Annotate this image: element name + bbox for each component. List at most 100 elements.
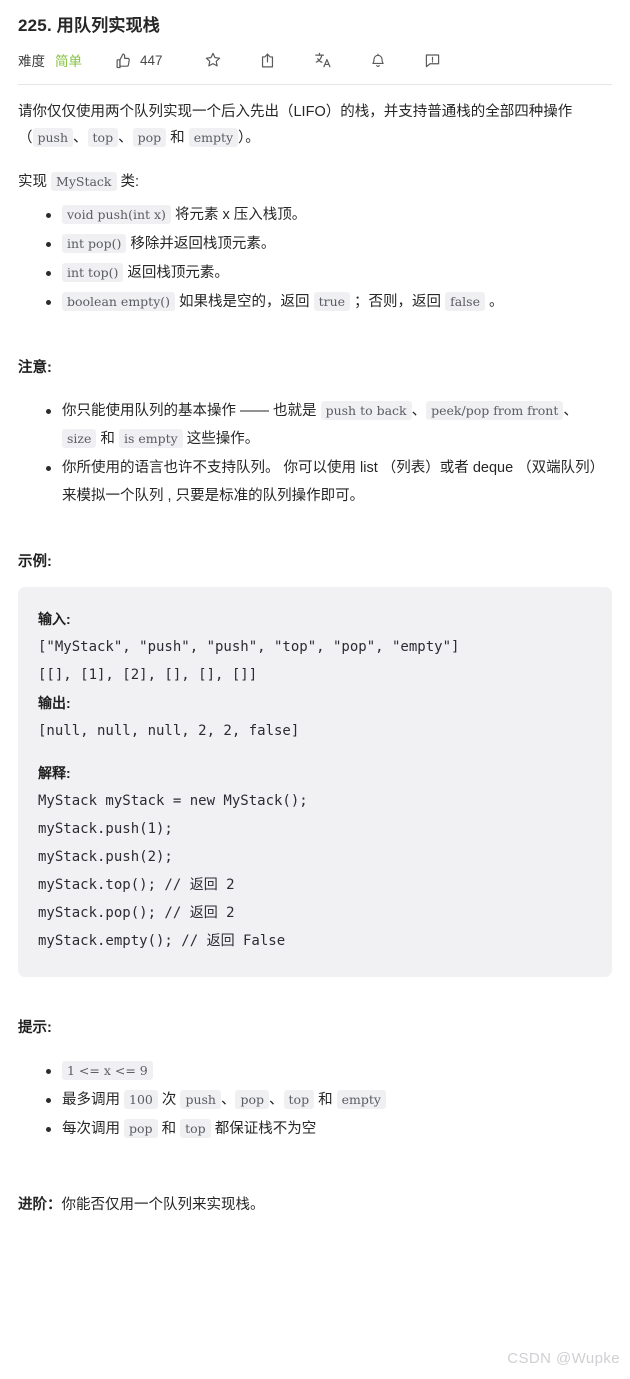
code-x-range: 1 <= x <= 9 [62, 1061, 153, 1080]
description-paragraph-1: 请你仅仅使用两个队列实现一个后入先出（LIFO）的栈，并支持普通栈的全部四种操作… [18, 99, 612, 151]
example-explain-line: myStack.pop(); // 返回 2 [38, 905, 235, 921]
example-explain-line: myStack.empty(); // 返回 False [38, 933, 286, 949]
note-text-end: 这些操作。 [182, 431, 260, 447]
list-item: boolean empty() 如果栈是空的，返回 true ；否则，返回 fa… [46, 288, 612, 316]
hint-sep-2: 、 [220, 1092, 236, 1108]
followup-text: 你能否仅用一个队列来实现栈。 [61, 1196, 265, 1213]
hints-list: 1 <= x <= 9 最多调用 100 次 push、 pop、 top 和 em… [18, 1057, 612, 1143]
method-desc-2: ；否则，返回 [350, 294, 446, 310]
example-heading: 示例: [18, 554, 52, 570]
hint-sep-1: 次 [157, 1092, 181, 1108]
note-text-1: 你只能使用队列的基本操作 —— 也就是 [62, 403, 321, 419]
list-item: 每次调用 pop 和 top 都保证栈不为空 [46, 1115, 612, 1143]
code-top: top [87, 128, 119, 147]
example-input-label: 输入: [38, 611, 71, 627]
example-explain-line: myStack.top(); // 返回 2 [38, 877, 235, 893]
code-pop: pop [132, 128, 167, 147]
feedback-icon [422, 49, 444, 71]
hint-sep-5: 和 [157, 1121, 181, 1137]
notes-heading: 注意: [18, 360, 52, 376]
code-is-empty: is empty [118, 429, 183, 448]
notes-list: 你只能使用队列的基本操作 —— 也就是 push to back 、 peek/po… [18, 397, 612, 510]
problem-meta-row: 难度 简单 447 [18, 45, 612, 75]
page-title: 225. 用队列实现栈 [18, 16, 161, 35]
note-sep-2: 、 [563, 403, 578, 419]
list-item: int top() 返回栈顶元素。 [46, 259, 612, 287]
hint-sep-3: 、 [269, 1092, 284, 1108]
code-empty: empty [188, 128, 239, 147]
hint-sep-4: 和 [314, 1092, 337, 1108]
example-output-line: [null, null, null, 2, 2, false] [38, 723, 300, 739]
code-top-hint: top [283, 1090, 315, 1109]
code-void-push: void push(int x) [62, 205, 171, 224]
code-empty-hint: empty [336, 1090, 386, 1109]
description-paragraph-2: 实现 MyStack 类: [18, 169, 612, 195]
example-explain-line: myStack.push(1); [38, 821, 173, 837]
code-int-pop: int pop() [62, 234, 127, 253]
code-100: 100 [124, 1090, 158, 1109]
method-desc: 如果栈是空的，返回 [175, 294, 314, 310]
code-true: true [313, 292, 351, 311]
code-int-top: int top() [62, 263, 124, 282]
list-item: int pop() 移除并返回栈顶元素。 [46, 230, 612, 258]
note-sep-3: 和 [96, 431, 119, 447]
thumbs-up-icon [112, 49, 134, 71]
desc-sep-2: 、 [118, 130, 133, 146]
difficulty-badge: 简单 [55, 54, 82, 69]
list-item: 你只能使用队列的基本操作 —— 也就是 push to back 、 peek/po… [46, 397, 612, 453]
list-item: 最多调用 100 次 push、 pop、 top 和 empty [46, 1086, 612, 1114]
desc-text-end: ）。 [238, 130, 260, 146]
code-push-hint: push [180, 1090, 221, 1109]
code-top-hint-2: top [180, 1119, 211, 1138]
star-icon [202, 49, 224, 71]
followup-label: 进阶： [18, 1196, 62, 1213]
csdn-watermark: CSDN @Wupke [507, 1350, 620, 1367]
feedback-button[interactable] [422, 49, 444, 71]
hint-text-2: 每次调用 [62, 1121, 125, 1137]
code-push-to-back: push to back [320, 401, 412, 420]
example-explain-line: MyStack myStack = new MyStack(); [38, 793, 308, 809]
code-boolean-empty: boolean empty() [62, 292, 176, 311]
hints-heading: 提示: [18, 1020, 52, 1036]
list-item: void push(int x) 将元素 x 压入栈顶。 [46, 201, 612, 229]
like-count: 447 [140, 52, 163, 68]
bell-icon [367, 49, 389, 71]
example-code-block: 输入: ["MyStack", "push", "push", "top", "… [18, 587, 612, 977]
example-input-line: ["MyStack", "push", "push", "top", "pop"… [38, 639, 460, 655]
code-size: size [62, 429, 97, 448]
method-desc: 返回栈顶元素。 [123, 265, 229, 281]
code-pop-hint: pop [235, 1090, 270, 1109]
example-explain-line: myStack.push(2); [38, 849, 173, 865]
example-output-label: 输出: [38, 695, 71, 711]
action-icon-group: 447 [112, 49, 444, 71]
code-push: push [32, 128, 74, 147]
share-icon [257, 49, 279, 71]
impl-text-b: 类: [116, 174, 140, 190]
favorite-button[interactable] [202, 49, 224, 71]
method-desc: 移除并返回栈顶元素。 [126, 236, 276, 252]
method-desc-3: 。 [484, 294, 504, 310]
code-peek-pop-from-front: peek/pop from front [426, 401, 564, 420]
method-desc: 将元素 x 压入栈顶。 [170, 207, 307, 223]
note-text-2: 你所使用的语言也许不支持队列。 你可以使用 list （列表）或者 deque … [62, 460, 605, 504]
translate-icon [312, 49, 334, 71]
desc-sep-1: 、 [73, 130, 88, 146]
notification-button[interactable] [367, 49, 389, 71]
share-button[interactable] [257, 49, 279, 71]
translate-button[interactable] [312, 49, 334, 71]
hint-text-1: 最多调用 [62, 1092, 125, 1108]
problem-header: 225. 用队列实现栈 难度 简单 447 [18, 0, 612, 85]
list-item: 你所使用的语言也许不支持队列。 你可以使用 list （列表）或者 deque … [46, 454, 612, 510]
like-button[interactable]: 447 [112, 49, 163, 71]
hint-text-end: 都保证栈不为空 [210, 1121, 317, 1137]
problem-content: 请你仅仅使用两个队列实现一个后入先出（LIFO）的栈，并支持普通栈的全部四种操作… [18, 85, 612, 1217]
method-list: void push(int x) 将元素 x 压入栈顶。 int pop() 移… [18, 201, 612, 316]
code-pop-hint-2: pop [124, 1119, 158, 1138]
followup-paragraph: 进阶：你能否仅用一个队列来实现栈。 [18, 1193, 612, 1217]
impl-text-a: 实现 [18, 174, 52, 190]
example-input-line: [[], [1], [2], [], [], []] [38, 667, 258, 683]
code-mystack: MyStack [51, 172, 117, 191]
problem-page: 225. 用队列实现栈 难度 简单 447 请你仅仅使用两个队列实现一个后入先出… [0, 0, 630, 1379]
desc-sep-3: 和 [166, 130, 189, 146]
list-item: 1 <= x <= 9 [46, 1057, 612, 1085]
